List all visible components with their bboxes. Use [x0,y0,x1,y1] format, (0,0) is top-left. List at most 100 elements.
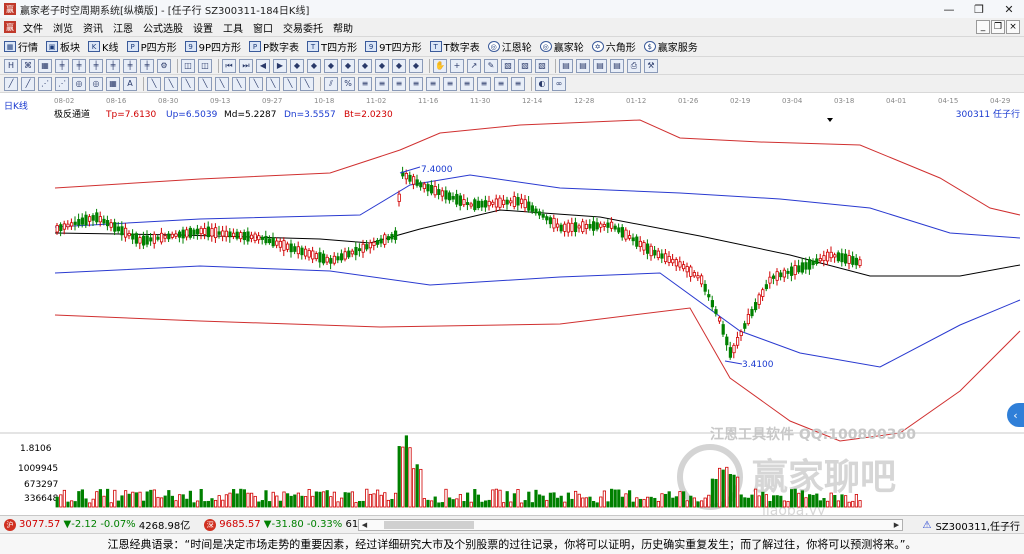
diamond-icon[interactable]: ◆ [392,58,406,73]
fib-icon[interactable]: ≡ [375,76,389,91]
mdi-close-button[interactable]: × [1006,20,1020,34]
settings-icon[interactable]: ⚙ [157,58,171,73]
cycle-icon[interactable]: ⌘ [21,58,35,73]
fib-icon[interactable]: ≡ [460,76,474,91]
toolbar-p-square-button[interactable]: P P四方形 [123,39,181,54]
image-icon[interactable]: ▧ [535,58,549,73]
toolbar-gann-wheel-button[interactable]: ◎ 江恩轮 [484,39,536,54]
menu-trade[interactable]: 交易委托 [278,20,328,35]
calendar-icon[interactable]: ▤ [559,58,573,73]
target-icon[interactable]: ◎ [72,76,86,91]
candle-icon[interactable]: ╪ [123,58,137,73]
line-tool-icon[interactable]: ╲ [147,76,161,91]
menu-formula[interactable]: 公式选股 [138,20,188,35]
toolbar-kline-button[interactable]: K K线 [84,39,123,54]
diamond-icon[interactable]: ◆ [358,58,372,73]
candle-icon[interactable]: ╪ [55,58,69,73]
line-tool-icon[interactable]: ╲ [300,76,314,91]
scrollbar-thumb[interactable] [384,521,474,529]
calendar-icon[interactable]: ▤ [593,58,607,73]
minimize-button[interactable]: — [934,0,964,18]
line-tool-icon[interactable]: ╲ [266,76,280,91]
trend-line-icon[interactable]: ╱ [21,76,35,91]
side-panel-toggle-button[interactable]: ‹ [1007,403,1024,427]
infinity-icon[interactable]: ∞ [552,76,566,91]
menu-help[interactable]: 帮助 [328,20,358,35]
fib-icon[interactable]: ≡ [409,76,423,91]
arrow-icon[interactable]: ↗ [467,58,481,73]
toolbar-p-table-button[interactable]: P P数字表 [245,39,303,54]
fib-icon[interactable]: ≡ [494,76,508,91]
mdi-restore-button[interactable]: ❐ [991,20,1005,34]
channel-icon[interactable]: ⫽ [324,76,338,91]
fib-icon[interactable]: ≡ [392,76,406,91]
fan-icon[interactable]: ⋰ [38,76,52,91]
close-button[interactable]: ✕ [994,0,1024,18]
chart-icon[interactable]: ◫ [181,58,195,73]
toolbar-service-button[interactable]: $ 赢家服务 [640,39,702,54]
first-icon[interactable]: ⏮ [222,58,236,73]
line-tool-icon[interactable]: ╲ [232,76,246,91]
line-tool-icon[interactable]: ╲ [198,76,212,91]
candle-icon[interactable]: ╪ [140,58,154,73]
line-tool-icon[interactable]: ╲ [215,76,229,91]
line-tool-icon[interactable]: ╲ [164,76,178,91]
scroll-left-icon[interactable]: ◀ [359,520,370,530]
mdi-minimize-button[interactable]: _ [976,20,990,34]
chart-icon[interactable]: ◫ [198,58,212,73]
diamond-icon[interactable]: ◆ [375,58,389,73]
menu-gann[interactable]: 江恩 [108,20,138,35]
toolbar-t-table-button[interactable]: T T数字表 [426,39,484,54]
kline-chart-panel[interactable]: 日K线 极反通道 Tp=7.6130 Up=6.5039 Md=5.2287 D… [0,93,1024,519]
diamond-icon[interactable]: ◆ [307,58,321,73]
fan-icon[interactable]: ⋰ [55,76,69,91]
hand-icon[interactable]: ✋ [433,58,447,73]
diamond-icon[interactable]: ◆ [324,58,338,73]
dropdown-arrow-icon[interactable] [827,118,833,122]
diamond-icon[interactable]: ◆ [341,58,355,73]
prev-icon[interactable]: ◀ [256,58,270,73]
fib-icon[interactable]: ≡ [511,76,525,91]
image-icon[interactable]: ▧ [518,58,532,73]
grid-icon[interactable]: ▦ [38,58,52,73]
grid-icon[interactable]: ▦ [106,76,120,91]
candle-icon[interactable]: ╪ [106,58,120,73]
line-tool-icon[interactable]: ╲ [283,76,297,91]
menu-news[interactable]: 资讯 [78,20,108,35]
color-icon[interactable]: ◐ [535,76,549,91]
pen-icon[interactable]: ✎ [484,58,498,73]
alert-icon[interactable]: ⚠ [922,520,931,531]
print-icon[interactable]: ⎙ [627,58,641,73]
toolbar-hexagon-button[interactable]: ✡ 六角形 [588,39,640,54]
kline-chart[interactable]: 日K线 极反通道 Tp=7.6130 Up=6.5039 Md=5.2287 D… [0,93,1024,519]
trend-line-icon[interactable]: ╱ [4,76,18,91]
toolbar-sector-button[interactable]: ▣ 板块 [42,39,84,54]
menu-window[interactable]: 窗口 [248,20,278,35]
toolbar-winner-wheel-button[interactable]: ◎ 赢家轮 [536,39,588,54]
fib-icon[interactable]: ≡ [358,76,372,91]
candle-icon[interactable]: ╪ [89,58,103,73]
tools-icon[interactable]: ⚒ [644,58,658,73]
chart-horizontal-scrollbar[interactable]: ◀ ▶ [358,519,903,531]
menu-settings[interactable]: 设置 [188,20,218,35]
candle-icon[interactable]: ╪ [72,58,86,73]
bar-icon[interactable]: H [4,58,18,73]
line-tool-icon[interactable]: ╲ [181,76,195,91]
scroll-right-icon[interactable]: ▶ [891,520,902,530]
fib-icon[interactable]: ≡ [443,76,457,91]
menu-tools[interactable]: 工具 [218,20,248,35]
fib-icon[interactable]: ≡ [426,76,440,91]
calendar-icon[interactable]: ▤ [610,58,624,73]
line-tool-icon[interactable]: ╲ [249,76,263,91]
diamond-icon[interactable]: ◆ [290,58,304,73]
calendar-icon[interactable]: ▤ [576,58,590,73]
toolbar-9p-square-button[interactable]: 9 9P四方形 [181,39,245,54]
toolbar-t-square-button[interactable]: T T四方形 [303,39,361,54]
toolbar-9t-square-button[interactable]: 9 9T四方形 [361,39,425,54]
menu-browse[interactable]: 浏览 [48,20,78,35]
text-icon[interactable]: A [123,76,137,91]
next-icon[interactable]: ▶ [273,58,287,73]
target-icon[interactable]: ◎ [89,76,103,91]
menu-file[interactable]: 文件 [18,20,48,35]
last-icon[interactable]: ⏭ [239,58,253,73]
